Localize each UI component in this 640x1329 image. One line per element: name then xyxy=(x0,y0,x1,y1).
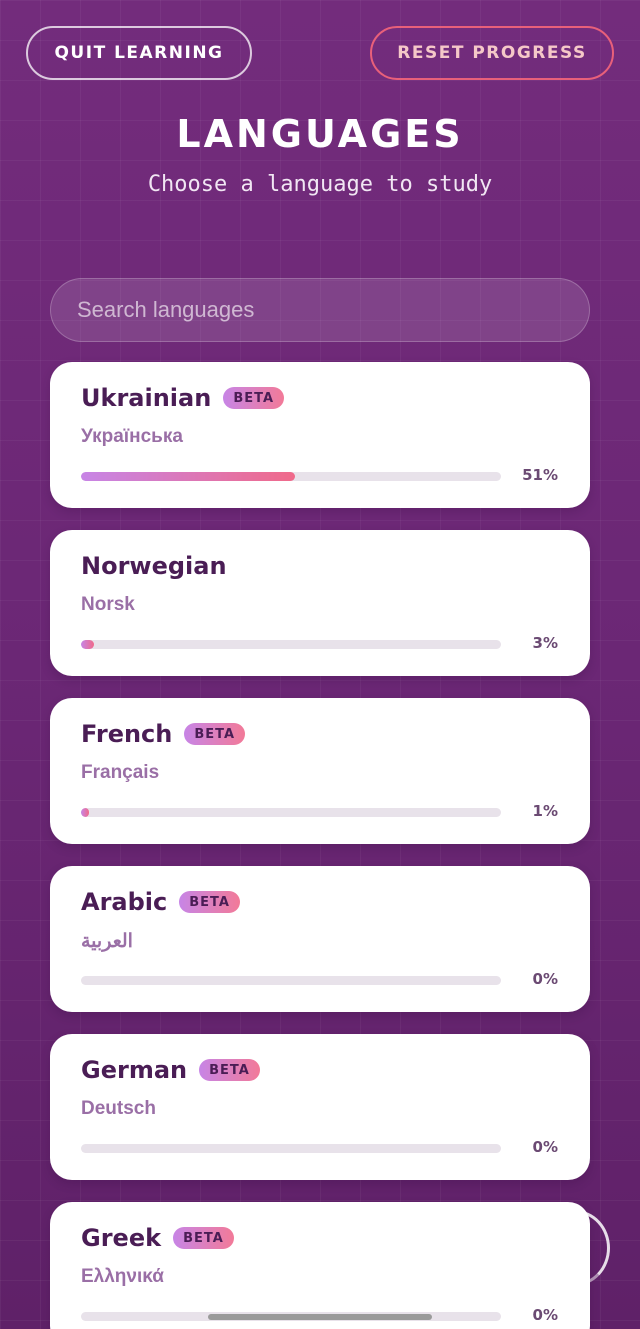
progress-percent: 0% xyxy=(532,970,558,988)
language-card-german[interactable]: German BETA Deutsch 0% xyxy=(50,1034,590,1180)
beta-badge: BETA xyxy=(199,1059,260,1081)
language-card-french[interactable]: French BETA Français 1% xyxy=(50,698,590,844)
native-name: العربية xyxy=(81,931,133,952)
progress-percent: 0% xyxy=(532,1306,558,1324)
language-name: German xyxy=(81,1056,188,1084)
progress-percent: 1% xyxy=(532,802,558,820)
native-name: Français xyxy=(81,762,160,783)
language-name: Greek xyxy=(81,1224,162,1252)
language-card-ukrainian[interactable]: Ukrainian BETA Українська 51% xyxy=(50,362,590,508)
language-card-arabic[interactable]: Arabic BETA العربية 0% xyxy=(50,866,590,1012)
native-name: Norsk xyxy=(81,594,135,615)
progress-fill xyxy=(81,640,94,649)
reset-progress-button[interactable]: RESET PROGRESS xyxy=(370,26,614,80)
progress-bar xyxy=(81,808,501,817)
language-name: French xyxy=(81,720,173,748)
language-name: Arabic xyxy=(81,888,168,916)
progress-bar xyxy=(81,976,501,985)
native-name: Українська xyxy=(81,426,183,447)
native-name: Deutsch xyxy=(81,1098,156,1119)
language-name: Norwegian xyxy=(81,552,227,580)
beta-badge: BETA xyxy=(184,723,246,745)
search-input[interactable] xyxy=(50,278,590,342)
language-card-norwegian[interactable]: Norwegian Norsk 3% xyxy=(50,530,590,676)
floating-action-button[interactable] xyxy=(540,1210,610,1286)
language-name: Ukrainian xyxy=(81,384,212,412)
progress-fill xyxy=(81,808,90,817)
native-name: Ελληνικά xyxy=(81,1266,164,1287)
beta-badge: BETA xyxy=(223,387,285,409)
progress-bar xyxy=(81,640,501,649)
page-subtitle: Choose a language to study xyxy=(147,172,493,197)
progress-bar xyxy=(81,1144,501,1153)
progress-fill xyxy=(81,472,296,481)
page-title: LANGUAGES xyxy=(176,112,464,156)
scroll-indicator xyxy=(208,1314,432,1320)
quit-learning-button[interactable]: QUIT LEARNING xyxy=(26,26,252,80)
progress-percent: 3% xyxy=(532,634,558,652)
progress-bar xyxy=(81,472,501,481)
language-card-greek[interactable]: Greek BETA Ελληνικά 0% xyxy=(50,1202,590,1329)
beta-badge: BETA xyxy=(173,1227,234,1249)
beta-badge: BETA xyxy=(179,891,240,913)
progress-percent: 0% xyxy=(532,1138,558,1156)
progress-percent: 51% xyxy=(522,466,558,484)
language-list: Ukrainian BETA Українська 51% Norwegian … xyxy=(50,362,590,1329)
